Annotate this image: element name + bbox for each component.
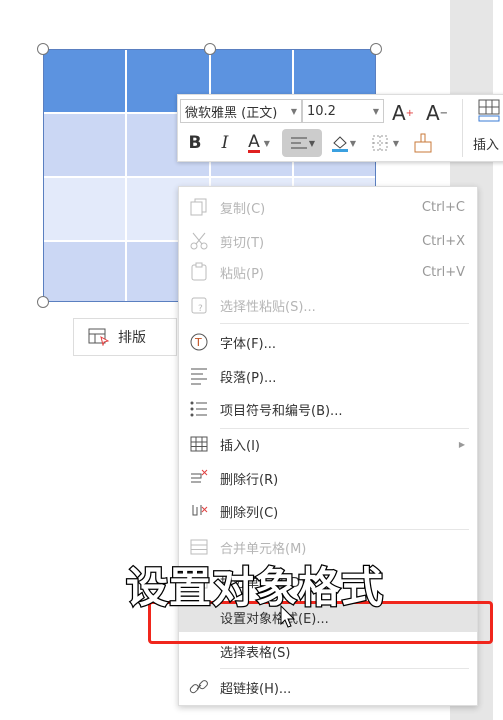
- border-button[interactable]: ▼: [368, 129, 402, 157]
- menu-separator: [220, 668, 469, 669]
- insert-button[interactable]: 插入: [466, 129, 503, 157]
- menu-item[interactable]: T 字体(F)...: [179, 327, 477, 357]
- menu-item-label: 粘贴(P): [220, 266, 264, 282]
- chevron-down-icon: ▼: [372, 106, 379, 116]
- chevron-right-icon: ▶: [458, 439, 465, 449]
- menu-item-label: 删除行(R): [220, 472, 279, 488]
- format-painter-button[interactable]: [410, 129, 436, 157]
- svg-text:T: T: [194, 336, 202, 349]
- menu-item-shortcut: Ctrl+X: [422, 233, 465, 249]
- layout-icon: [88, 328, 110, 346]
- paste-icon: [189, 262, 209, 282]
- menu-item-label: 超链接(H)...: [220, 681, 292, 697]
- italic-icon: I: [221, 133, 229, 153]
- menu-item-label: 复制(C): [220, 201, 266, 217]
- menu-separator: [220, 323, 469, 324]
- table-cell[interactable]: [44, 50, 126, 112]
- italic-button[interactable]: I: [214, 129, 236, 157]
- menu-item[interactable]: 复制(C) Ctrl+C: [179, 192, 477, 222]
- menu-item-label: 选择性粘贴(S)...: [220, 299, 316, 315]
- menu-item[interactable]: 剪切(T) Ctrl+X: [179, 226, 477, 256]
- scissors-icon: [189, 231, 209, 251]
- bold-button[interactable]: B: [184, 129, 206, 157]
- menu-item-shortcut: Ctrl+C: [421, 199, 465, 215]
- delete-column-icon: [189, 501, 209, 521]
- bold-icon: B: [188, 133, 202, 153]
- align-button[interactable]: ▼: [282, 129, 322, 157]
- table-cell[interactable]: [44, 114, 126, 176]
- font-icon: T: [189, 332, 209, 352]
- menu-item-label: 插入(I): [220, 438, 260, 454]
- table-insert-icon: [189, 434, 209, 454]
- resize-handle[interactable]: [37, 296, 49, 308]
- menu-item[interactable]: 删除行(R): [179, 463, 477, 493]
- menu-item-label: 段落(P)...: [220, 370, 277, 386]
- delete-row-icon: [189, 468, 209, 488]
- menu-item[interactable]: 删除列(C): [179, 496, 477, 526]
- menu-item-label: 剪切(T): [220, 235, 265, 251]
- menu-item[interactable]: 超链接(H)...: [179, 672, 477, 702]
- menu-item-label: 字体(F)...: [220, 336, 277, 352]
- resize-handle[interactable]: [37, 43, 49, 55]
- menu-item-shortcut: Ctrl+V: [422, 264, 465, 280]
- font-color-icon: A: [248, 131, 260, 153]
- menu-item[interactable]: 项目符号和编号(B)...: [179, 394, 477, 424]
- menu-separator: [220, 529, 469, 530]
- menu-item[interactable]: 插入(I) ▶: [179, 429, 477, 459]
- decrease-font-size-icon[interactable]: A −: [424, 99, 450, 127]
- resize-handle[interactable]: [204, 43, 216, 55]
- link-icon: [189, 677, 209, 697]
- paste-special-icon: ?: [189, 295, 209, 315]
- align-left-icon: [290, 137, 307, 149]
- fill-bucket-icon: [331, 136, 348, 152]
- bullet-list-icon: [189, 399, 209, 419]
- border-icon: [372, 135, 388, 151]
- table-cell[interactable]: [44, 242, 126, 301]
- video-caption: 设置对象格式: [125, 562, 385, 614]
- copy-icon: [189, 197, 209, 217]
- resize-handle[interactable]: [370, 43, 382, 55]
- menu-item-label: 项目符号和编号(B)...: [220, 403, 343, 419]
- svg-text:?: ?: [198, 304, 203, 314]
- format-painter-icon: [414, 133, 432, 153]
- menu-item-label: 选择表格(S): [220, 645, 291, 661]
- menu-item[interactable]: 段落(P)...: [179, 361, 477, 391]
- table-cell[interactable]: [44, 178, 126, 240]
- increase-font-size-icon[interactable]: A +: [390, 99, 416, 127]
- font-name-select[interactable]: 微软雅黑 (正文) ▼: [180, 99, 302, 123]
- format-toolbar: 微软雅黑 (正文) ▼ 10.2 ▼ A + A − 插入 B I A ▼ ▼ ▼ ▼: [177, 94, 503, 162]
- fill-color-button[interactable]: ▼: [326, 129, 360, 157]
- font-size-value: 10.2: [307, 103, 336, 119]
- font-size-select[interactable]: 10.2 ▼: [302, 99, 384, 123]
- font-color-button[interactable]: A ▼: [242, 129, 276, 157]
- menu-item[interactable]: ? 选择性粘贴(S)...: [179, 290, 477, 320]
- layout-label: 排版: [118, 330, 146, 346]
- menu-item[interactable]: 粘贴(P) Ctrl+V: [179, 257, 477, 287]
- divider: [462, 99, 463, 157]
- menu-item-label: 删除列(C): [220, 505, 279, 521]
- font-name-value: 微软雅黑 (正文): [185, 105, 278, 121]
- layout-button[interactable]: 排版: [73, 318, 177, 356]
- chevron-down-icon: ▼: [290, 106, 297, 116]
- menu-separator: [220, 428, 469, 429]
- insert-table-icon[interactable]: [473, 99, 501, 123]
- paragraph-icon: [189, 366, 209, 386]
- insert-label: 插入: [472, 137, 499, 153]
